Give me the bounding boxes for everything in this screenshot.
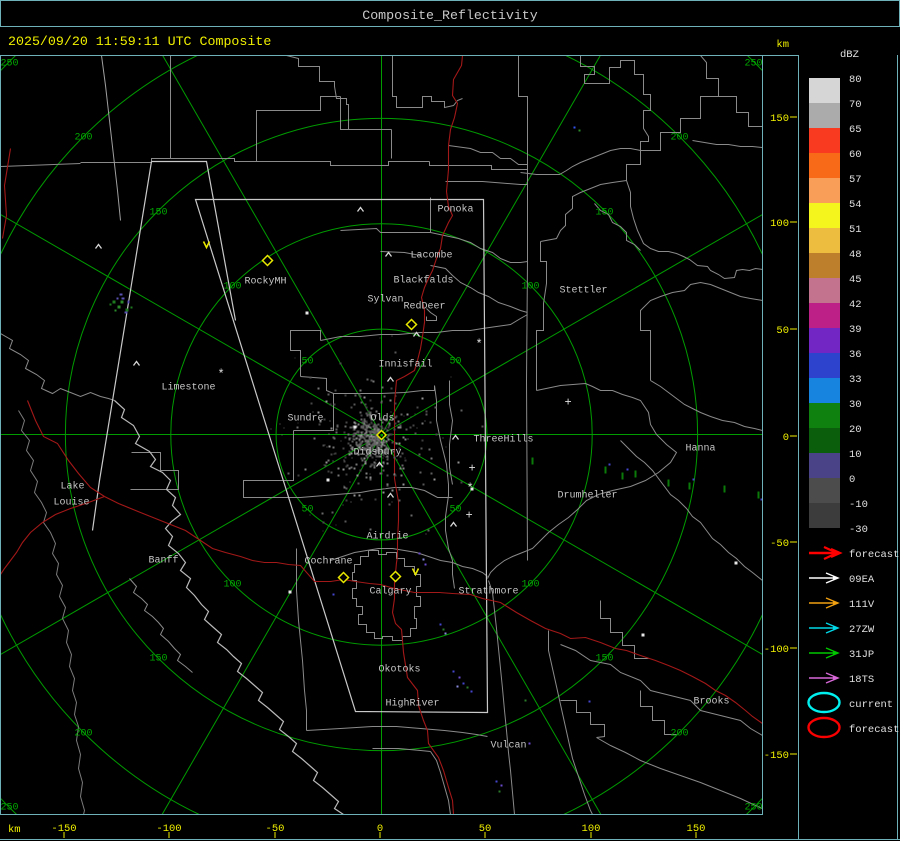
svg-text:250: 250 (744, 59, 762, 70)
svg-text:Didsbury: Didsbury (354, 447, 402, 459)
svg-text:Limestone: Limestone (162, 382, 216, 394)
svg-text:-50: -50 (266, 823, 285, 835)
svg-text:Louise: Louise (54, 497, 90, 509)
svg-text:31JP: 31JP (849, 649, 874, 661)
svg-text:Ponoka: Ponoka (438, 204, 474, 216)
svg-text:150: 150 (149, 208, 167, 219)
svg-text:150: 150 (149, 654, 167, 665)
svg-text:Airdrie: Airdrie (367, 531, 409, 543)
svg-text:+: + (466, 509, 473, 523)
svg-text:km: km (8, 824, 21, 836)
svg-text:Brooks: Brooks (694, 696, 730, 708)
svg-text:Calgary: Calgary (370, 586, 412, 598)
svg-text:33: 33 (849, 374, 862, 386)
svg-text:70: 70 (849, 99, 862, 111)
svg-text:ThreeHills: ThreeHills (474, 434, 534, 446)
svg-text:100: 100 (223, 580, 241, 591)
svg-text:50: 50 (449, 505, 461, 516)
svg-text:dBZ: dBZ (840, 49, 859, 61)
svg-text:100: 100 (770, 218, 789, 230)
svg-text:50: 50 (301, 357, 313, 368)
svg-text:Vulcan: Vulcan (491, 740, 527, 752)
svg-text:+: + (469, 462, 476, 476)
svg-text:18TS: 18TS (849, 674, 874, 686)
svg-text:100: 100 (223, 282, 241, 293)
svg-text:Olds: Olds (371, 413, 395, 425)
svg-text:-30: -30 (849, 524, 868, 536)
svg-text:45: 45 (849, 274, 862, 286)
svg-text:Okotoks: Okotoks (379, 664, 421, 676)
svg-text:250: 250 (0, 803, 18, 814)
svg-text:Lacombe: Lacombe (411, 250, 453, 262)
svg-text:forecast: forecast (849, 724, 899, 736)
svg-text:Sundre: Sundre (288, 413, 324, 425)
svg-text:100: 100 (582, 823, 601, 835)
svg-text:48: 48 (849, 249, 862, 261)
svg-text:200: 200 (74, 133, 92, 144)
svg-text:*: * (218, 368, 225, 382)
svg-text:250: 250 (744, 803, 762, 814)
svg-text:HighRiver: HighRiver (386, 698, 440, 710)
svg-text:Composite_Reflectivity: Composite_Reflectivity (362, 8, 538, 23)
svg-text:60: 60 (849, 149, 862, 161)
svg-text:-100: -100 (764, 644, 789, 656)
svg-text:200: 200 (670, 133, 688, 144)
svg-text:200: 200 (74, 729, 92, 740)
svg-text:10: 10 (849, 449, 862, 461)
svg-text:39: 39 (849, 324, 862, 336)
svg-text:250: 250 (0, 59, 18, 70)
svg-text:09EA: 09EA (849, 574, 875, 586)
svg-text:65: 65 (849, 124, 862, 136)
svg-text:150: 150 (770, 113, 789, 125)
svg-text:Strathmore: Strathmore (459, 586, 519, 598)
svg-text:*: * (476, 338, 483, 352)
svg-text:Blackfalds: Blackfalds (394, 275, 454, 287)
svg-text:Innisfail: Innisfail (379, 359, 433, 371)
svg-text:150: 150 (595, 654, 613, 665)
svg-text:100: 100 (521, 580, 539, 591)
svg-text:54: 54 (849, 199, 862, 211)
svg-text:Banff: Banff (149, 555, 179, 567)
svg-text:Lake: Lake (61, 481, 85, 493)
svg-text:30: 30 (849, 399, 862, 411)
svg-text:RockyMH: RockyMH (245, 276, 287, 288)
svg-text:forecast: forecast (849, 549, 899, 561)
svg-text:Drumheller: Drumheller (558, 490, 618, 502)
svg-text:2025/09/20 11:59:11 UTC Compos: 2025/09/20 11:59:11 UTC Composite (8, 34, 271, 49)
svg-text:0: 0 (849, 474, 855, 486)
svg-text:0: 0 (377, 823, 383, 835)
svg-text:36: 36 (849, 349, 862, 361)
svg-text:-50: -50 (770, 538, 789, 550)
svg-text:42: 42 (849, 299, 862, 311)
svg-text:80: 80 (849, 74, 862, 86)
svg-text:km: km (776, 39, 789, 51)
svg-text:-100: -100 (156, 823, 181, 835)
svg-text:Hanna: Hanna (686, 444, 716, 455)
svg-text:-150: -150 (51, 823, 76, 835)
svg-text:0: 0 (783, 432, 789, 444)
svg-text:50: 50 (479, 823, 492, 835)
svg-text:Sylvan: Sylvan (368, 294, 404, 306)
svg-text:57: 57 (849, 174, 862, 186)
svg-text:50: 50 (449, 357, 461, 368)
svg-text:RedDeer: RedDeer (404, 301, 446, 313)
svg-text:20: 20 (849, 424, 862, 436)
svg-text:current: current (849, 699, 893, 711)
svg-text:-10: -10 (849, 499, 868, 511)
svg-text:Cochrane: Cochrane (305, 556, 353, 568)
svg-text:150: 150 (687, 823, 706, 835)
svg-text:111V: 111V (849, 599, 875, 611)
svg-text:100: 100 (521, 282, 539, 293)
svg-text:27ZW: 27ZW (849, 624, 875, 636)
svg-text:-150: -150 (764, 750, 789, 762)
svg-text:Stettler: Stettler (560, 285, 608, 297)
svg-text:150: 150 (595, 208, 613, 219)
svg-text:+: + (565, 396, 572, 410)
svg-text:50: 50 (301, 505, 313, 516)
svg-text:50: 50 (776, 325, 789, 337)
svg-text:200: 200 (670, 729, 688, 740)
svg-text:51: 51 (849, 224, 862, 236)
